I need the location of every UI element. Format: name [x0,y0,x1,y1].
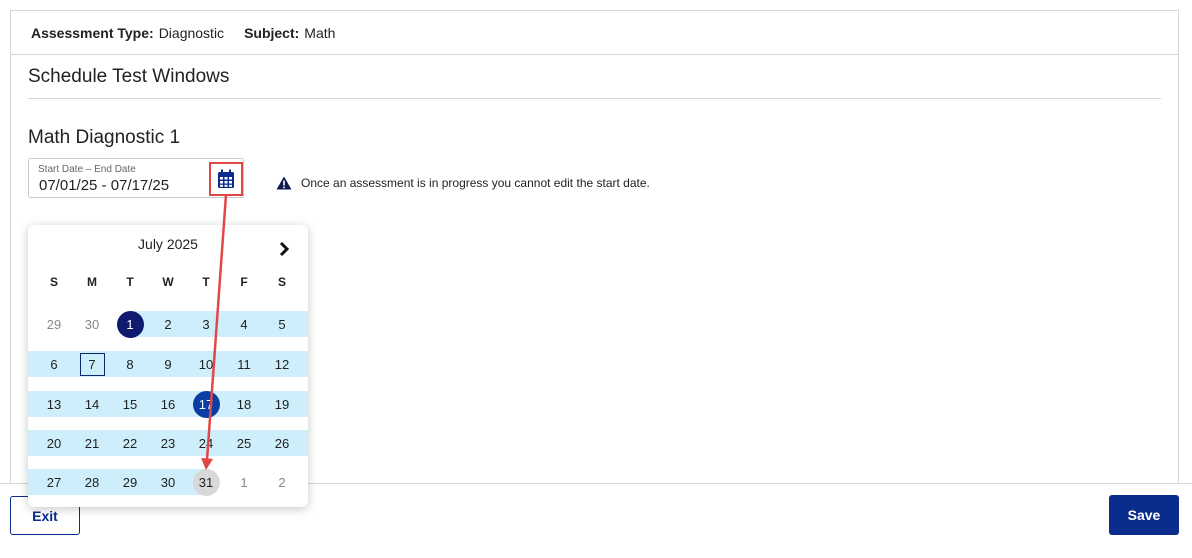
calendar-day[interactable]: 26 [263,429,301,457]
calendar-day[interactable]: 27 [35,468,73,496]
calendar-day-number: 24 [198,435,214,451]
month-label: July 2025 [138,236,198,252]
calendar-day[interactable]: 23 [149,429,187,457]
calendar-day-number: 4 [240,316,248,332]
calendar-day[interactable]: 9 [149,350,187,378]
calendar-day[interactable]: 24 [187,429,225,457]
calendar-day-number: 15 [122,396,138,412]
subject-label: Subject: [244,24,300,41]
calendar-day[interactable]: 14 [73,390,111,418]
calendar-day-number: 11 [237,356,251,372]
calendar-day-number: 2 [164,316,172,332]
calendar-day-number: 2 [278,474,286,490]
calendar-day-number: 27 [46,474,62,490]
calendar-day[interactable]: 16 [149,390,187,418]
calendar-day-number: 5 [278,316,286,332]
warning-icon [276,176,292,190]
test-window-title: Math Diagnostic 1 [28,127,181,148]
calendar-day[interactable]: 12 [263,350,301,378]
notice-text: Once an assessment is in progress you ca… [301,176,650,190]
calendar-day[interactable]: 29 [111,468,149,496]
calendar-day-number: 29 [46,316,62,332]
calendar-day[interactable]: 1 [111,310,149,338]
calendar-day-number: 17 [192,390,220,418]
calendar-day-number: 29 [122,474,138,490]
calendar-day-number: 18 [236,396,252,412]
calendar-day[interactable]: 4 [225,310,263,338]
calendar-day-number: 25 [236,435,252,451]
calendar-day-number: 19 [274,396,290,412]
date-range-value: 07/01/25 - 07/17/25 [39,177,170,194]
calendar-day-number: 30 [160,474,176,490]
calendar-day[interactable]: 31 [187,468,225,496]
calendar-day[interactable]: 3 [187,310,225,338]
calendar-day-number: 31 [192,468,220,496]
calendar-day-number: 16 [160,396,176,412]
calendar-day[interactable]: 11 [225,350,263,378]
weekday-header: F [240,275,248,289]
assessment-type-value: Diagnostic [158,24,225,41]
weekday-header: T [202,275,210,289]
calendar-day[interactable]: 2 [149,310,187,338]
calendar-day[interactable]: 29 [35,310,73,338]
calendar-day-number: 26 [274,435,290,451]
calendar-day-number: 9 [164,356,172,372]
calendar-day-number: 20 [46,435,62,451]
calendar-day[interactable]: 20 [35,429,73,457]
calendar-day[interactable]: 19 [263,390,301,418]
calendar-day[interactable]: 17 [187,390,225,418]
calendar-button[interactable] [209,162,243,196]
date-picker-popup: July 2025 S M T W T F S 29 30 1 2 3 4 5 6 7 8 9 10 11 12 13 14… [28,225,308,507]
calendar-day[interactable]: 25 [225,429,263,457]
calendar-day[interactable]: 30 [149,468,187,496]
calendar-day[interactable]: 21 [73,429,111,457]
calendar-day-number: 1 [116,310,144,338]
calendar-day[interactable]: 6 [35,350,73,378]
weekday-header: S [277,275,286,289]
calendar-day-number: 8 [126,356,134,372]
calendar-day[interactable]: 28 [73,468,111,496]
divider [28,98,1161,99]
calendar-day[interactable]: 7 [73,350,111,378]
calendar-day-number: 21 [84,435,100,451]
subject-value: Math [304,24,336,41]
calendar-day-number: 12 [274,356,290,372]
calendar-icon [218,169,234,188]
calendar-day-number: 10 [198,356,214,372]
assessment-type-label: Assessment Type: [31,24,154,41]
chevron-right-icon [279,241,290,257]
calendar-day-number: 23 [160,435,176,451]
calendar-day-number: 28 [84,474,100,490]
weekday-header: W [162,275,174,289]
calendar-day-number: 22 [122,435,138,451]
calendar-day-number: 3 [202,316,210,332]
weekday-header: M [87,275,97,289]
calendar-day[interactable]: 5 [263,310,301,338]
calendar-day-number: 1 [240,474,248,490]
weekday-header: T [126,275,134,289]
calendar-day[interactable]: 18 [225,390,263,418]
calendar-day[interactable]: 13 [35,390,73,418]
calendar-day-number: 14 [84,396,100,412]
calendar-day[interactable]: 15 [111,390,149,418]
calendar-day-number: 30 [84,316,100,332]
start-date-notice: Once an assessment is in progress you ca… [276,176,650,190]
calendar-day-number: 13 [46,396,62,412]
next-month-button[interactable] [274,239,294,259]
assessment-meta-bar: Assessment Type: Diagnostic Subject: Mat… [11,11,1178,55]
save-button[interactable]: Save [1109,495,1179,535]
calendar-day[interactable]: 22 [111,429,149,457]
calendar-day[interactable]: 30 [73,310,111,338]
calendar-day-number: 6 [50,356,58,372]
weekday-header: S [49,275,58,289]
calendar-day[interactable]: 8 [111,350,149,378]
section-title: Schedule Test Windows [28,66,230,87]
date-range-label: Start Date – End Date [38,164,136,175]
calendar-day[interactable]: 10 [187,350,225,378]
calendar-day[interactable]: 1 [225,468,263,496]
calendar-day[interactable]: 2 [263,468,301,496]
calendar-day-number: 7 [79,352,105,376]
